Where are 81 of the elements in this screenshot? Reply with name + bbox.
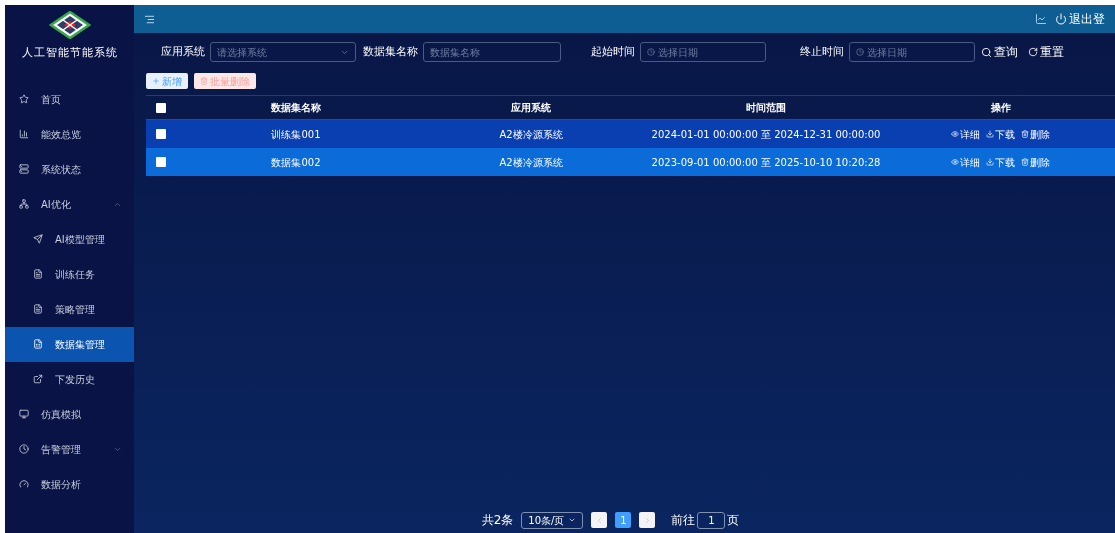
paper-plane-icon xyxy=(33,234,43,244)
sidebar-item[interactable]: 系统状态 xyxy=(5,151,134,187)
select-field[interactable]: 请选择系统 xyxy=(210,42,356,62)
document-icon xyxy=(33,304,43,314)
eye-icon xyxy=(951,158,959,166)
trash-icon xyxy=(1021,130,1029,138)
star-icon xyxy=(19,94,29,104)
sidebar-item[interactable]: AI模型管理 xyxy=(5,221,134,257)
sidebar-item[interactable]: 数据分析 xyxy=(5,466,134,502)
column-header: 数据集名称 xyxy=(271,101,321,115)
clock-icon xyxy=(856,48,864,56)
logo-icon xyxy=(48,11,91,39)
table-cell-text: 训练集001 xyxy=(271,127,321,142)
server-icon xyxy=(19,164,29,174)
sidebar-item[interactable]: AI优化 xyxy=(5,186,134,222)
table-cell-text: 2024-01-01 00:00:00 至 2024-12-31 00:00:00 xyxy=(651,127,881,142)
app-title: 人工智能节能系统 xyxy=(21,45,118,61)
chart-icon[interactable] xyxy=(1035,13,1047,25)
eye-icon xyxy=(951,130,959,138)
sidebar-item[interactable]: 告警管理 xyxy=(5,431,134,467)
download-icon xyxy=(986,158,994,166)
action-link[interactable]: 删除 xyxy=(1021,126,1050,142)
sidebar-item[interactable]: 首页 xyxy=(5,81,134,117)
search-button[interactable]: 查询 xyxy=(981,43,1018,61)
action-link[interactable]: 下载 xyxy=(986,126,1015,142)
chevron-down-icon xyxy=(568,516,577,524)
checkbox[interactable] xyxy=(156,157,166,167)
trash-icon xyxy=(1021,158,1029,166)
next-page-button[interactable] xyxy=(639,512,656,528)
refresh-icon xyxy=(1028,47,1038,57)
trash-icon xyxy=(200,77,208,85)
column-header: 时间范围 xyxy=(746,101,786,115)
table-cell-text: 数据集002 xyxy=(271,155,321,170)
previous-page-button[interactable] xyxy=(591,512,608,528)
clock-icon xyxy=(647,48,655,56)
sidebar-item[interactable]: 训练任务 xyxy=(5,256,134,292)
monitor-icon xyxy=(19,409,29,419)
table-row[interactable]: 数据集002 A2楼冷源系统 2023-09-01 00:00:00 至 2025-10-10 10:20:28 详细 下载 删除 xyxy=(146,148,1115,176)
filter-label: 数据集名称 xyxy=(363,43,418,60)
sidebar-item[interactable]: 数据集管理 xyxy=(5,326,134,362)
network-icon xyxy=(19,199,29,209)
page-size-select[interactable]: 10条/页 xyxy=(521,511,584,529)
table-cell-text: A2楼冷源系统 xyxy=(499,155,563,170)
filter-label: 起始时间 xyxy=(591,43,635,60)
checkbox[interactable] xyxy=(156,129,166,139)
bar-chart-icon xyxy=(19,129,29,139)
date-field[interactable]: 选择日期 xyxy=(849,42,975,62)
goto-label: 前往 xyxy=(671,512,696,529)
document-icon xyxy=(33,269,43,279)
page-input[interactable]: 1 xyxy=(697,511,726,529)
spreadsheet-icon xyxy=(33,339,43,349)
table-cell-text: 2023-09-01 00:00:00 至 2025-10-10 10:20:28 xyxy=(651,155,881,170)
clock-icon xyxy=(19,444,29,454)
action-link[interactable]: 详细 xyxy=(951,154,980,170)
column-header: 应用系统 xyxy=(511,101,551,115)
gauge-icon xyxy=(19,479,29,489)
date-field[interactable]: 选择日期 xyxy=(640,42,766,62)
total-count: 共2条 xyxy=(481,512,514,529)
sidebar-item[interactable]: 仿真模拟 xyxy=(5,396,134,432)
sidebar-item[interactable]: 策略管理 xyxy=(5,291,134,327)
download-icon xyxy=(986,130,994,138)
sidebar-item[interactable]: 能效总览 xyxy=(5,116,134,152)
action-link[interactable]: 删除 xyxy=(1021,154,1050,170)
filter-label: 终止时间 xyxy=(800,43,844,60)
plus-icon xyxy=(152,77,160,85)
checkbox[interactable] xyxy=(156,102,166,113)
reset-button[interactable]: 重置 xyxy=(1028,43,1064,61)
action-link[interactable]: 详细 xyxy=(951,126,980,142)
external-link-icon xyxy=(33,374,43,384)
search-icon xyxy=(981,46,992,58)
column-header: 操作 xyxy=(990,101,1011,115)
menu-icon[interactable] xyxy=(144,13,155,25)
page-suffix: 页 xyxy=(727,512,740,529)
table-row[interactable]: 训练集001 A2楼冷源系统 2024-01-01 00:00:00 至 2024-12-31 00:00:00 详细 下载 删除 xyxy=(146,120,1115,148)
sidebar-item[interactable]: 下发历史 xyxy=(5,361,134,397)
input-field[interactable]: 数据集名称 xyxy=(423,42,561,62)
filter-label: 应用系统 xyxy=(161,43,205,60)
power-icon xyxy=(1055,13,1067,25)
logout-button[interactable]: 退出登 xyxy=(1055,10,1105,28)
action-link[interactable]: 下载 xyxy=(986,154,1015,170)
table-cell-text: A2楼冷源系统 xyxy=(499,127,563,142)
